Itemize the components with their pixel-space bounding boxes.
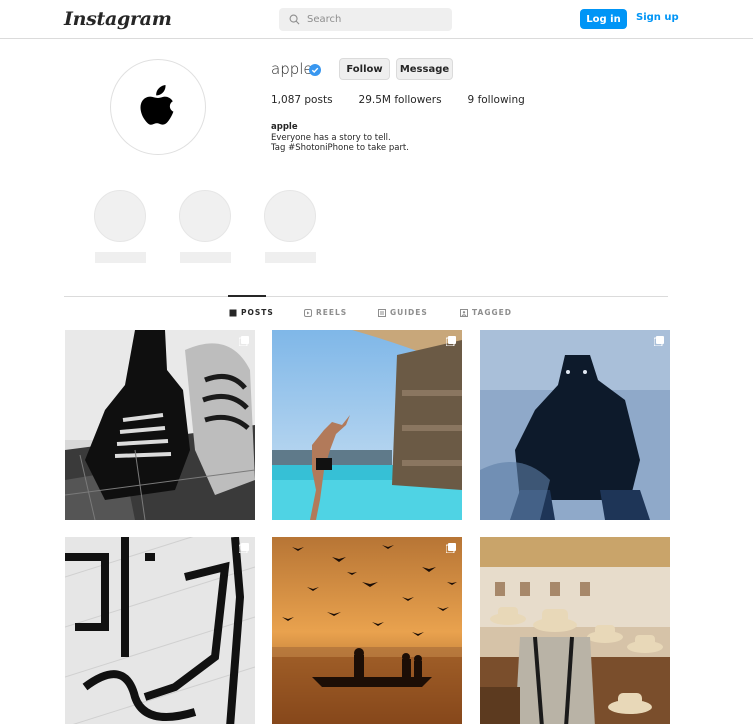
post-thumbnail[interactable]	[480, 537, 670, 724]
story-highlight-placeholder[interactable]	[179, 190, 231, 242]
multiple-photos-icon	[239, 336, 249, 346]
tab-label: REELS	[316, 308, 348, 317]
post-thumbnail[interactable]	[272, 537, 462, 724]
post-thumbnail[interactable]	[65, 537, 255, 724]
guides-icon	[378, 308, 386, 317]
follow-button[interactable]: Follow	[339, 58, 390, 80]
tab-tagged[interactable]: TAGGED	[460, 308, 512, 317]
active-tab-indicator	[228, 295, 266, 297]
search-icon	[289, 14, 300, 25]
signup-link[interactable]: Sign up	[636, 12, 679, 23]
highlight-label-placeholder	[180, 252, 231, 263]
posts-count: 1,087 posts	[271, 94, 333, 106]
profile-username: apple	[271, 60, 313, 78]
tagged-icon	[460, 308, 468, 317]
bio-name: apple	[271, 122, 298, 132]
tab-label: TAGGED	[472, 308, 512, 317]
post-image	[65, 537, 255, 724]
post-image	[272, 330, 462, 520]
profile-avatar[interactable]	[110, 59, 206, 155]
multiple-photos-icon	[654, 336, 664, 346]
multiple-photos-icon	[446, 543, 456, 553]
post-image	[65, 330, 255, 520]
highlight-label-placeholder	[95, 252, 146, 263]
multiple-photos-icon	[446, 336, 456, 346]
tabs-divider	[64, 296, 668, 297]
top-navigation-bar: Instagram Search Log in Sign up	[0, 0, 753, 39]
apple-logo-icon	[140, 85, 174, 125]
post-image	[480, 537, 670, 724]
post-image	[272, 537, 462, 724]
tab-label: GUIDES	[390, 308, 428, 317]
post-image	[480, 330, 670, 520]
instagram-logo[interactable]: Instagram	[64, 8, 172, 30]
post-thumbnail[interactable]	[480, 330, 670, 520]
grid-icon	[229, 309, 237, 316]
multiple-photos-icon	[239, 543, 249, 553]
tab-guides[interactable]: GUIDES	[378, 308, 428, 317]
tab-reels[interactable]: REELS	[304, 308, 347, 317]
message-button[interactable]: Message	[396, 58, 453, 80]
bio-line: Everyone has a story to tell.	[271, 132, 391, 143]
followers-count[interactable]: 29.5M followers	[359, 94, 442, 106]
search-input[interactable]: Search	[279, 8, 452, 31]
tab-label: POSTS	[241, 308, 274, 317]
bio-line: Tag #ShotoniPhone to take part.	[271, 143, 409, 153]
reels-icon	[304, 308, 312, 317]
login-button[interactable]: Log in	[580, 9, 627, 29]
profile-stats: 1,087 posts 29.5M followers 9 following	[271, 94, 551, 106]
story-highlight-placeholder[interactable]	[94, 190, 146, 242]
tab-posts[interactable]: POSTS	[229, 308, 274, 317]
following-count[interactable]: 9 following	[468, 94, 525, 106]
search-placeholder: Search	[307, 14, 342, 25]
highlight-label-placeholder	[265, 252, 316, 263]
verified-badge-icon	[309, 64, 321, 76]
post-thumbnail[interactable]	[65, 330, 255, 520]
post-thumbnail[interactable]	[272, 330, 462, 520]
story-highlight-placeholder[interactable]	[264, 190, 316, 242]
profile-bio: apple Everyone has a story to tell. Tag …	[271, 122, 409, 154]
